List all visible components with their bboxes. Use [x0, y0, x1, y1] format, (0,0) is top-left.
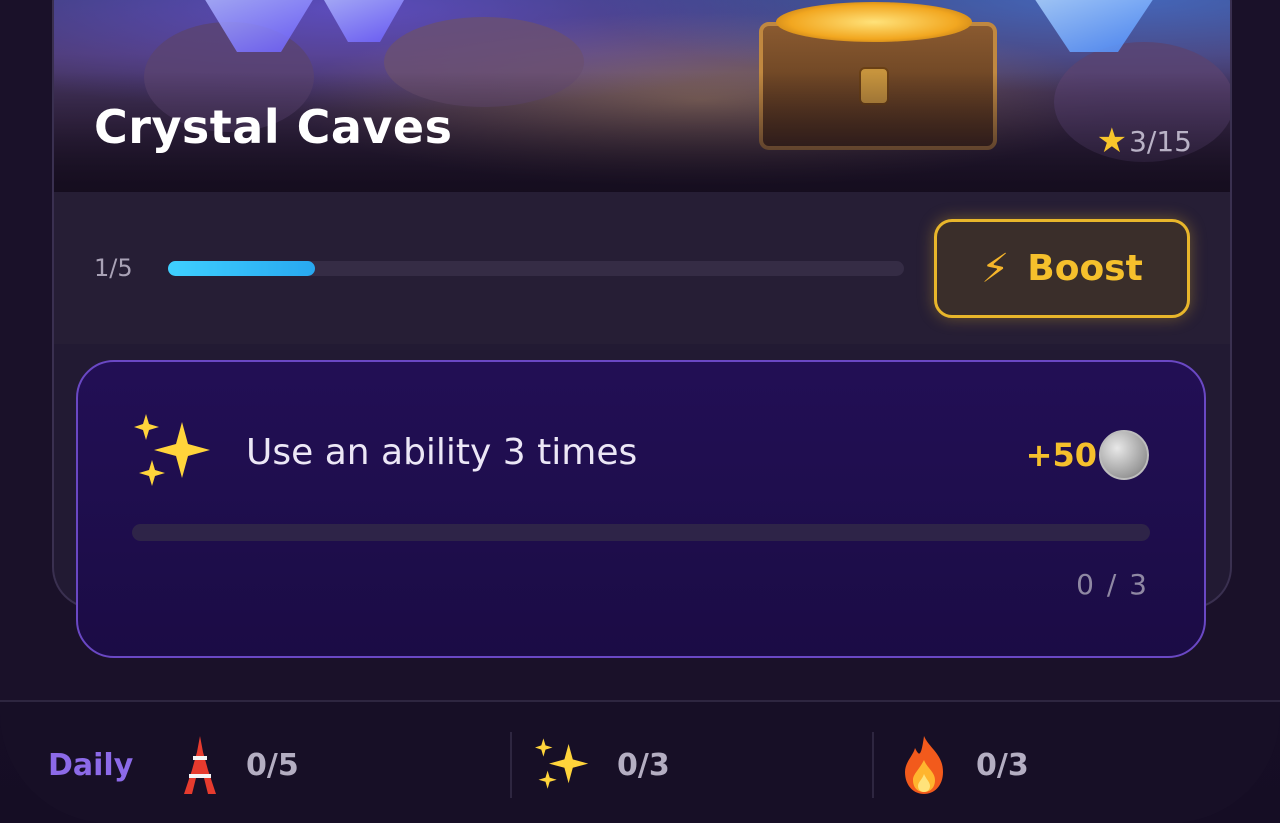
- lightning-bolt-icon: ⚡: [981, 245, 1010, 292]
- daily-count: 0/3: [617, 747, 670, 783]
- daily-item-fire[interactable]: 0/3: [898, 732, 1029, 798]
- level-banner-image: Crystal Caves ★ 3/15: [54, 0, 1230, 192]
- level-title: Crystal Caves: [94, 100, 453, 154]
- daily-count: 0/3: [976, 747, 1029, 783]
- stars-text: 3/15: [1129, 124, 1192, 158]
- divider: [510, 732, 512, 798]
- level-progress-bar: [168, 261, 904, 276]
- daily-bar: Daily 0/5 0/3 0/3: [0, 700, 1280, 823]
- daily-count: 0/5: [246, 747, 299, 783]
- quest-title: Use an ability 3 times: [246, 432, 638, 473]
- daily-item-tower[interactable]: 0/5: [180, 732, 299, 798]
- fire-icon: [905, 736, 943, 794]
- banner-crystal: [324, 0, 404, 42]
- sparkles-icon: [535, 738, 589, 789]
- quest-card[interactable]: Use an ability 3 times +50 0 / 3: [76, 360, 1206, 658]
- chest-gold-coins: [776, 2, 972, 42]
- quest-reward: +50: [1026, 430, 1149, 480]
- level-progress-row: 1/5 ⚡ Boost: [54, 192, 1230, 344]
- daily-item-sparkles[interactable]: 0/3: [535, 732, 670, 798]
- game-screen: Crystal Caves ★ 3/15 1/5 ⚡ Boost Use an …: [0, 0, 1280, 823]
- daily-label: Daily: [48, 748, 134, 783]
- level-progress-fill: [168, 261, 316, 276]
- quest-progress-bar: [132, 524, 1150, 541]
- level-progress-label: 1/5: [94, 254, 133, 282]
- boost-label: Boost: [1027, 248, 1143, 289]
- boost-button[interactable]: ⚡ Boost: [934, 219, 1190, 318]
- divider: [872, 732, 874, 798]
- stars-counter: ★ 3/15: [1097, 124, 1192, 158]
- star-icon: ★: [1096, 121, 1128, 161]
- tower-icon: [184, 736, 216, 794]
- sparkles-icon: [134, 414, 210, 486]
- reward-amount: +50: [1025, 436, 1097, 474]
- quest-count: 0 / 3: [1076, 568, 1149, 601]
- silver-coin-icon: [1099, 430, 1149, 480]
